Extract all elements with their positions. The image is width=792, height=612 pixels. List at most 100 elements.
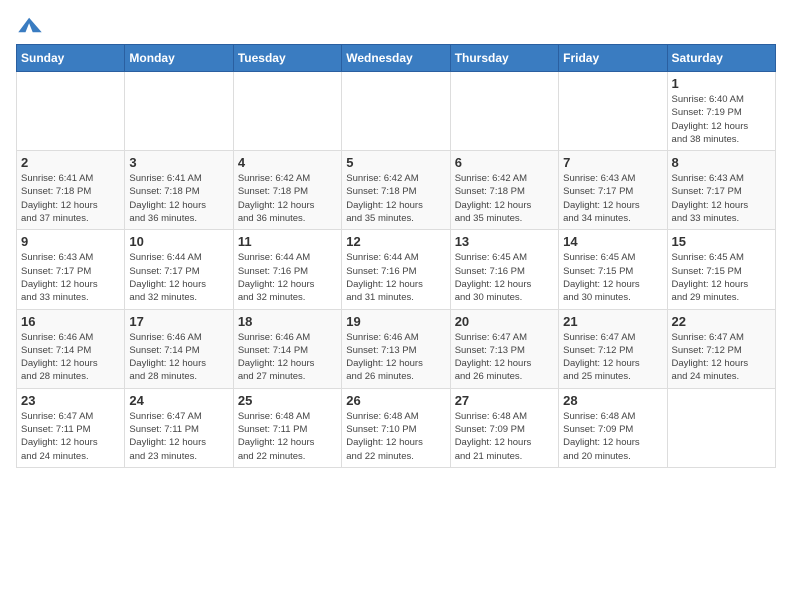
day-info: Sunrise: 6:46 AM Sunset: 7:14 PM Dayligh… bbox=[21, 331, 120, 384]
day-cell: 12 Sunrise: 6:44 AM Sunset: 7:16 PM Dayli… bbox=[342, 230, 450, 309]
day-cell: 5Sunrise: 6:42 AM Sunset: 7:18 PM Daylig… bbox=[342, 151, 450, 230]
day-number: 14 bbox=[563, 234, 662, 249]
day-cell: 17 Sunrise: 6:46 AM Sunset: 7:14 PM Dayli… bbox=[125, 309, 233, 388]
day-info: Sunrise: 6:48 AM Sunset: 7:09 PM Dayligh… bbox=[455, 410, 554, 463]
day-info: Sunrise: 6:41 AM Sunset: 7:18 PM Dayligh… bbox=[21, 172, 120, 225]
day-info: Sunrise: 6:46 AM Sunset: 7:14 PM Dayligh… bbox=[129, 331, 228, 384]
day-number: 24 bbox=[129, 393, 228, 408]
day-info: Sunrise: 6:46 AM Sunset: 7:14 PM Dayligh… bbox=[238, 331, 337, 384]
day-cell: 20 Sunrise: 6:47 AM Sunset: 7:13 PM Dayli… bbox=[450, 309, 558, 388]
day-cell bbox=[667, 388, 775, 467]
logo-icon bbox=[16, 16, 44, 34]
day-info: Sunrise: 6:41 AM Sunset: 7:18 PM Dayligh… bbox=[129, 172, 228, 225]
day-number: 10 bbox=[129, 234, 228, 249]
day-info: Sunrise: 6:48 AM Sunset: 7:11 PM Dayligh… bbox=[238, 410, 337, 463]
col-header-wednesday: Wednesday bbox=[342, 45, 450, 72]
week-row-3: 16 Sunrise: 6:46 AM Sunset: 7:14 PM Dayli… bbox=[17, 309, 776, 388]
day-info: Sunrise: 6:42 AM Sunset: 7:18 PM Dayligh… bbox=[346, 172, 445, 225]
day-number: 9 bbox=[21, 234, 120, 249]
day-number: 11 bbox=[238, 234, 337, 249]
day-cell: 15 Sunrise: 6:45 AM Sunset: 7:15 PM Dayli… bbox=[667, 230, 775, 309]
day-cell: 1 Sunrise: 6:40 AM Sunset: 7:19 PM Daylig… bbox=[667, 72, 775, 151]
day-cell: 23Sunrise: 6:47 AM Sunset: 7:11 PM Dayli… bbox=[17, 388, 125, 467]
day-cell: 26Sunrise: 6:48 AM Sunset: 7:10 PM Dayli… bbox=[342, 388, 450, 467]
day-number: 18 bbox=[238, 314, 337, 329]
day-number: 28 bbox=[563, 393, 662, 408]
col-header-thursday: Thursday bbox=[450, 45, 558, 72]
col-header-tuesday: Tuesday bbox=[233, 45, 341, 72]
day-number: 19 bbox=[346, 314, 445, 329]
week-row-2: 9 Sunrise: 6:43 AM Sunset: 7:17 PM Daylig… bbox=[17, 230, 776, 309]
day-cell bbox=[342, 72, 450, 151]
day-info: Sunrise: 6:45 AM Sunset: 7:15 PM Dayligh… bbox=[563, 251, 662, 304]
week-row-4: 23Sunrise: 6:47 AM Sunset: 7:11 PM Dayli… bbox=[17, 388, 776, 467]
day-cell: 2 Sunrise: 6:41 AM Sunset: 7:18 PM Daylig… bbox=[17, 151, 125, 230]
day-number: 22 bbox=[672, 314, 771, 329]
calendar-table: SundayMondayTuesdayWednesdayThursdayFrid… bbox=[16, 44, 776, 468]
day-number: 1 bbox=[672, 76, 771, 91]
day-cell: 3 Sunrise: 6:41 AM Sunset: 7:18 PM Daylig… bbox=[125, 151, 233, 230]
day-number: 15 bbox=[672, 234, 771, 249]
day-number: 7 bbox=[563, 155, 662, 170]
day-cell: 16 Sunrise: 6:46 AM Sunset: 7:14 PM Dayli… bbox=[17, 309, 125, 388]
day-info: Sunrise: 6:47 AM Sunset: 7:12 PM Dayligh… bbox=[672, 331, 771, 384]
day-number: 25 bbox=[238, 393, 337, 408]
col-header-friday: Friday bbox=[559, 45, 667, 72]
day-info: Sunrise: 6:40 AM Sunset: 7:19 PM Dayligh… bbox=[672, 93, 771, 146]
day-info: Sunrise: 6:44 AM Sunset: 7:16 PM Dayligh… bbox=[346, 251, 445, 304]
day-number: 26 bbox=[346, 393, 445, 408]
day-cell bbox=[450, 72, 558, 151]
day-number: 13 bbox=[455, 234, 554, 249]
day-cell: 18 Sunrise: 6:46 AM Sunset: 7:14 PM Dayli… bbox=[233, 309, 341, 388]
day-cell: 27 Sunrise: 6:48 AM Sunset: 7:09 PM Dayli… bbox=[450, 388, 558, 467]
day-cell: 8Sunrise: 6:43 AM Sunset: 7:17 PM Daylig… bbox=[667, 151, 775, 230]
day-info: Sunrise: 6:47 AM Sunset: 7:11 PM Dayligh… bbox=[21, 410, 120, 463]
header bbox=[16, 16, 776, 34]
day-number: 27 bbox=[455, 393, 554, 408]
day-info: Sunrise: 6:45 AM Sunset: 7:16 PM Dayligh… bbox=[455, 251, 554, 304]
day-number: 12 bbox=[346, 234, 445, 249]
day-info: Sunrise: 6:42 AM Sunset: 7:18 PM Dayligh… bbox=[238, 172, 337, 225]
day-info: Sunrise: 6:47 AM Sunset: 7:13 PM Dayligh… bbox=[455, 331, 554, 384]
day-info: Sunrise: 6:47 AM Sunset: 7:12 PM Dayligh… bbox=[563, 331, 662, 384]
day-cell bbox=[559, 72, 667, 151]
day-cell: 7 Sunrise: 6:43 AM Sunset: 7:17 PM Daylig… bbox=[559, 151, 667, 230]
day-cell: 25 Sunrise: 6:48 AM Sunset: 7:11 PM Dayli… bbox=[233, 388, 341, 467]
day-info: Sunrise: 6:45 AM Sunset: 7:15 PM Dayligh… bbox=[672, 251, 771, 304]
day-info: Sunrise: 6:43 AM Sunset: 7:17 PM Dayligh… bbox=[672, 172, 771, 225]
day-cell bbox=[125, 72, 233, 151]
day-number: 16 bbox=[21, 314, 120, 329]
day-cell: 6 Sunrise: 6:42 AM Sunset: 7:18 PM Daylig… bbox=[450, 151, 558, 230]
day-info: Sunrise: 6:48 AM Sunset: 7:09 PM Dayligh… bbox=[563, 410, 662, 463]
day-cell: 13 Sunrise: 6:45 AM Sunset: 7:16 PM Dayli… bbox=[450, 230, 558, 309]
day-number: 6 bbox=[455, 155, 554, 170]
day-cell: 19 Sunrise: 6:46 AM Sunset: 7:13 PM Dayli… bbox=[342, 309, 450, 388]
day-cell: 21Sunrise: 6:47 AM Sunset: 7:12 PM Dayli… bbox=[559, 309, 667, 388]
day-info: Sunrise: 6:43 AM Sunset: 7:17 PM Dayligh… bbox=[21, 251, 120, 304]
day-info: Sunrise: 6:42 AM Sunset: 7:18 PM Dayligh… bbox=[455, 172, 554, 225]
day-cell: 4 Sunrise: 6:42 AM Sunset: 7:18 PM Daylig… bbox=[233, 151, 341, 230]
logo bbox=[16, 16, 44, 34]
day-number: 3 bbox=[129, 155, 228, 170]
day-number: 4 bbox=[238, 155, 337, 170]
day-info: Sunrise: 6:43 AM Sunset: 7:17 PM Dayligh… bbox=[563, 172, 662, 225]
day-number: 17 bbox=[129, 314, 228, 329]
day-cell: 9 Sunrise: 6:43 AM Sunset: 7:17 PM Daylig… bbox=[17, 230, 125, 309]
day-cell bbox=[17, 72, 125, 151]
day-cell bbox=[233, 72, 341, 151]
col-header-sunday: Sunday bbox=[17, 45, 125, 72]
week-row-1: 2 Sunrise: 6:41 AM Sunset: 7:18 PM Daylig… bbox=[17, 151, 776, 230]
day-info: Sunrise: 6:44 AM Sunset: 7:17 PM Dayligh… bbox=[129, 251, 228, 304]
day-cell: 14 Sunrise: 6:45 AM Sunset: 7:15 PM Dayli… bbox=[559, 230, 667, 309]
day-cell: 11Sunrise: 6:44 AM Sunset: 7:16 PM Dayli… bbox=[233, 230, 341, 309]
week-row-0: 1 Sunrise: 6:40 AM Sunset: 7:19 PM Daylig… bbox=[17, 72, 776, 151]
day-number: 20 bbox=[455, 314, 554, 329]
day-cell: 24Sunrise: 6:47 AM Sunset: 7:11 PM Dayli… bbox=[125, 388, 233, 467]
day-number: 2 bbox=[21, 155, 120, 170]
day-cell: 22 Sunrise: 6:47 AM Sunset: 7:12 PM Dayli… bbox=[667, 309, 775, 388]
col-header-monday: Monday bbox=[125, 45, 233, 72]
day-info: Sunrise: 6:46 AM Sunset: 7:13 PM Dayligh… bbox=[346, 331, 445, 384]
day-cell: 10 Sunrise: 6:44 AM Sunset: 7:17 PM Dayli… bbox=[125, 230, 233, 309]
day-cell: 28 Sunrise: 6:48 AM Sunset: 7:09 PM Dayli… bbox=[559, 388, 667, 467]
col-header-saturday: Saturday bbox=[667, 45, 775, 72]
